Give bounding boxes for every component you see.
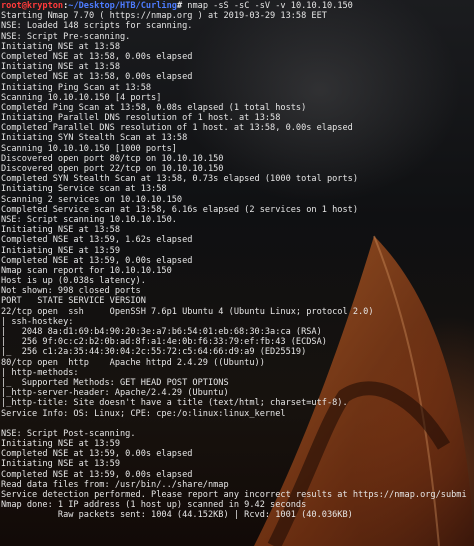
output-line: NSE: Loaded 148 scripts for scanning.	[1, 21, 193, 32]
output-line: Initiating SYN Stealth Scan at 13:58	[1, 133, 188, 144]
output-line: Completed SYN Stealth Scan at 13:58, 0.7…	[1, 174, 358, 185]
output-line: Initiating Service scan at 13:58	[1, 184, 167, 195]
output-line: Completed Ping Scan at 13:58, 0.08s elap…	[1, 102, 307, 113]
output-line: | http-methods:	[1, 367, 79, 378]
output-line: Starting Nmap 7.70 ( https://nmap.org ) …	[1, 11, 327, 22]
output-line: NSE: Script Pre-scanning.	[1, 31, 131, 42]
output-line: Completed Service scan at 13:58, 6.16s e…	[1, 204, 358, 215]
prompt-user-host: root@krypton	[1, 1, 64, 11]
output-line: Service detection performed. Please repo…	[1, 490, 467, 500]
output-line: Discovered open port 80/tcp on 10.10.10.…	[1, 153, 224, 164]
output-line: Completed NSE at 13:59, 0.00s elapsed	[1, 255, 193, 266]
output-line: Host is up (0.038s latency).	[1, 276, 146, 287]
output-line: Completed NSE at 13:59, 0.00s elapsed	[1, 469, 193, 480]
output-line: Raw packets sent: 1004 (44.152KB) | Rcvd…	[1, 510, 353, 521]
prompt-path: ~/Desktop/HTB/Curling	[68, 1, 177, 11]
output-line: Completed Parallel DNS resolution of 1 h…	[1, 123, 353, 134]
output-line: Completed NSE at 13:58, 0.00s elapsed	[1, 72, 193, 83]
output-line: | ssh-hostkey:	[1, 316, 74, 327]
output-line: Initiating Ping Scan at 13:58	[1, 82, 152, 93]
output-line: Service Info: OS: Linux; CPE: cpe:/o:lin…	[1, 408, 286, 419]
output-line: |_ Supported Methods: GET HEAD POST OPTI…	[1, 377, 229, 388]
prompt-command: nmap -sS -sC -sV -v 10.10.10.150	[187, 1, 353, 11]
output-line: Completed NSE at 13:58, 0.00s elapsed	[1, 51, 193, 62]
output-line: | 2048 8a:d1:69:b4:90:20:3e:a7:b6:54:01:…	[1, 327, 322, 337]
output-line: |_ 256 c1:2a:35:44:30:04:2c:55:72:c5:64:…	[1, 347, 307, 358]
output-line: Initiating NSE at 13:59	[1, 459, 120, 470]
command-output: Starting Nmap 7.70 ( https://nmap.org ) …	[1, 11, 474, 520]
output-line: PORT STATE SERVICE VERSION	[1, 296, 146, 307]
output-line: | 256 9f:0c:c2:b2:0b:ad:8f:a1:4e:0b:f6:3…	[1, 337, 327, 348]
output-line: Nmap done: 1 IP address (1 host up) scan…	[1, 500, 307, 511]
output-line: Initiating NSE at 13:59	[1, 245, 120, 256]
output-line: |_http-server-header: Apache/2.4.29 (Ubu…	[1, 388, 229, 399]
output-line: Scanning 10.10.10.150 [1000 ports]	[1, 143, 177, 154]
output-line: Scanning 2 services on 10.10.10.150	[1, 194, 183, 205]
terminal-window[interactable]: root@krypton:~/Desktop/HTB/Curling# nmap…	[0, 0, 474, 546]
output-line: Initiating Parallel DNS resolution of 1 …	[1, 113, 281, 124]
output-line: Scanning 10.10.10.150 [4 ports]	[1, 92, 162, 103]
output-line: Completed NSE at 13:59, 0.00s elapsed	[1, 449, 193, 460]
output-line: |_http-title: Site doesn't have a title …	[1, 398, 348, 409]
prompt-line: root@krypton:~/Desktop/HTB/Curling# nmap…	[1, 1, 474, 11]
output-line: Nmap scan report for 10.10.10.150	[1, 265, 172, 276]
output-line: Initiating NSE at 13:59	[1, 439, 120, 450]
output-line: Completed NSE at 13:59, 1.62s elapsed	[1, 235, 193, 246]
output-line: Initiating NSE at 13:58	[1, 225, 120, 236]
prompt-symbol: #	[176, 1, 188, 11]
output-line: NSE: Script Post-scanning.	[1, 428, 136, 439]
output-line: Initiating NSE at 13:58	[1, 41, 120, 52]
output-line: 22/tcp open ssh OpenSSH 7.6p1 Ubuntu 4 (…	[1, 306, 374, 317]
output-line: Initiating NSE at 13:58	[1, 62, 120, 73]
output-line: NSE: Script scanning 10.10.10.150.	[1, 214, 177, 225]
terminal-output: root@krypton:~/Desktop/HTB/Curling# nmap…	[0, 0, 474, 521]
output-line: Discovered open port 22/tcp on 10.10.10.…	[1, 164, 224, 174]
output-line: Read data files from: /usr/bin/../share/…	[1, 479, 229, 490]
output-line: 80/tcp open http Apache httpd 2.4.29 ((U…	[1, 357, 265, 368]
output-line: Not shown: 998 closed ports	[1, 286, 141, 297]
